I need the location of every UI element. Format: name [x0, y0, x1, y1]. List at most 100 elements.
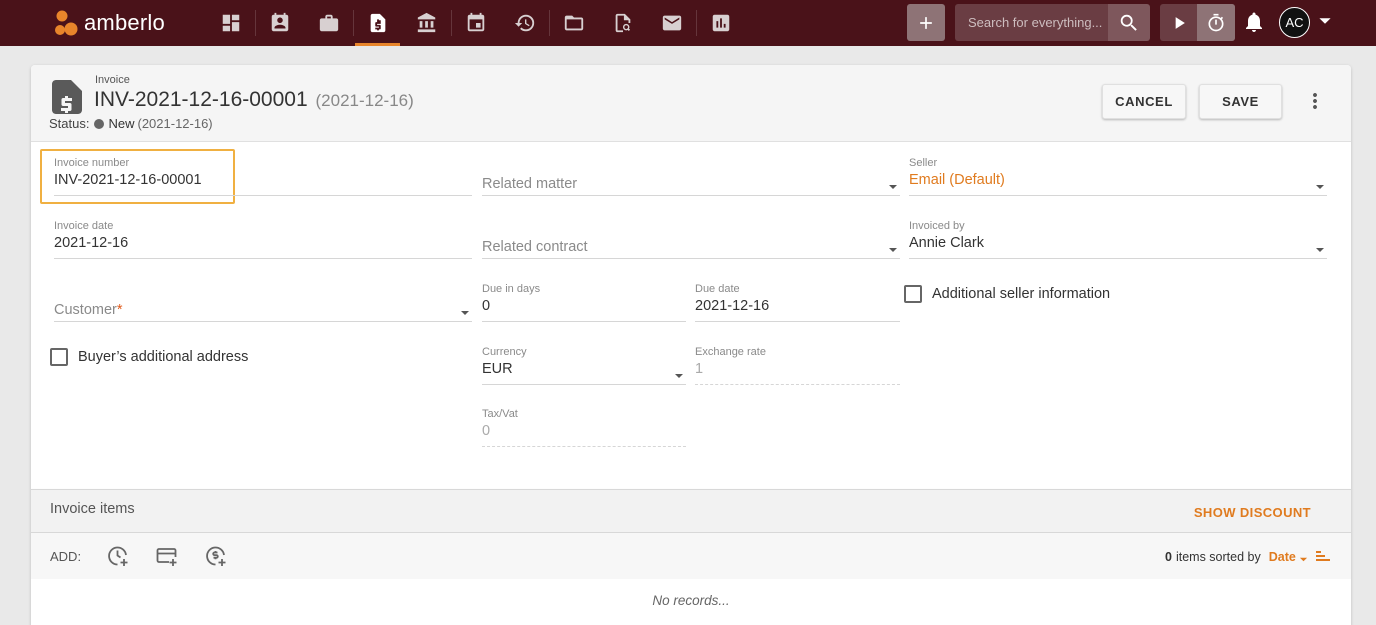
show-discount-button[interactable]: SHOW DISCOUNT: [1194, 505, 1311, 520]
reports-icon: [712, 14, 729, 32]
additional-seller-checkbox[interactable]: [904, 285, 922, 303]
due-in-days-value: 0: [482, 298, 491, 314]
nav-banking[interactable]: [402, 0, 451, 46]
timer-controls: [1160, 4, 1235, 41]
add-expense-button[interactable]: [155, 544, 179, 568]
invoice-date-field[interactable]: Invoice date 2021-12-16: [54, 220, 472, 259]
more-vert-icon: [1313, 93, 1317, 109]
quick-add-button[interactable]: [907, 4, 945, 41]
exchange-rate-field: Exchange rate 1: [695, 346, 900, 385]
related-matter-placeholder: Related matter: [482, 176, 578, 192]
status-badge: New: [108, 116, 135, 131]
invoice-date-value: 2021-12-16: [54, 235, 129, 251]
invoice-items-toolbar: ADD: 0 items sorted by Date: [31, 533, 1351, 579]
seller-value: Email (Default): [909, 172, 1005, 188]
nav-matters[interactable]: [304, 0, 353, 46]
timer-start-button[interactable]: [1160, 4, 1197, 41]
sort-field-dropdown[interactable]: Date: [1269, 550, 1296, 564]
stopwatch-icon: [1208, 13, 1224, 31]
invoice-header: Invoice INV-2021-12-16-00001 (2021-12-16…: [31, 65, 1351, 142]
invoiced-by-label: Invoiced by: [909, 220, 965, 232]
app-logo[interactable]: amberlo: [54, 8, 165, 38]
clock-plus-icon: [108, 546, 128, 566]
due-in-days-field[interactable]: Due in days 0: [482, 283, 686, 322]
caret-down-icon: [1319, 18, 1331, 24]
dashboard-icon: [222, 14, 239, 32]
invoice-number-label: Invoice number: [54, 157, 130, 169]
add-time-entry-button[interactable]: [106, 544, 130, 568]
buyer-address-toggle[interactable]: Buyer’s additional address: [50, 348, 248, 366]
dropdown-caret-icon: [1315, 242, 1325, 252]
exchange-rate-value: 1: [695, 361, 704, 377]
customer-placeholder: Customer*: [54, 302, 123, 318]
document-search-icon: [615, 13, 630, 33]
save-button[interactable]: SAVE: [1199, 84, 1282, 119]
add-label: ADD:: [50, 549, 82, 564]
dropdown-caret-icon: [460, 305, 470, 315]
related-contract-placeholder: Related contract: [482, 239, 588, 255]
more-options-button[interactable]: [1303, 89, 1327, 113]
required-mark: *: [116, 302, 123, 318]
buyer-address-checkbox[interactable]: [50, 348, 68, 366]
caret-down-icon: [1299, 553, 1308, 562]
nav-invoices[interactable]: [353, 0, 402, 46]
tax-vat-label: Tax/Vat: [482, 408, 518, 420]
related-contract-select[interactable]: Related contract: [482, 220, 900, 259]
currency-value: EUR: [482, 361, 513, 377]
seller-select[interactable]: Seller Email (Default): [909, 157, 1327, 196]
nav-time-entries[interactable]: [500, 0, 549, 46]
amberlo-logo-icon: [55, 10, 78, 36]
mail-icon: [662, 15, 681, 31]
contacts-icon: [271, 12, 288, 32]
calendar-icon: [467, 12, 484, 32]
invoice-number-value: INV-2021-12-16-00001: [54, 172, 202, 188]
page-title: INV-2021-12-16-00001 (2021-12-16): [94, 88, 414, 112]
notifications-button[interactable]: [1242, 10, 1266, 34]
invoice-items-title: Invoice items: [50, 501, 135, 517]
invoice-icon: [370, 13, 385, 33]
currency-label: Currency: [482, 346, 527, 358]
add-fixed-fee-button[interactable]: [204, 544, 228, 568]
additional-seller-toggle[interactable]: Additional seller information: [904, 285, 1110, 303]
search-button[interactable]: [1108, 4, 1150, 41]
briefcase-icon: [319, 14, 338, 32]
nav-contacts[interactable]: [255, 0, 304, 46]
buyer-address-label: Buyer’s additional address: [78, 349, 249, 365]
search-icon: [1120, 14, 1137, 31]
tax-vat-field: Tax/Vat 0: [482, 408, 686, 447]
bank-icon: [417, 12, 435, 33]
invoice-doc-icon: [52, 80, 82, 114]
nav-documents[interactable]: [549, 0, 598, 46]
dropdown-caret-icon: [674, 368, 684, 378]
invoiced-by-value: Annie Clark: [909, 235, 984, 251]
due-date-field[interactable]: Due date 2021-12-16: [695, 283, 900, 322]
invoice-card: Invoice INV-2021-12-16-00001 (2021-12-16…: [31, 65, 1351, 625]
customer-select[interactable]: Customer*: [54, 283, 472, 322]
additional-seller-label: Additional seller information: [932, 286, 1111, 302]
invoice-date-label: Invoice date: [54, 220, 114, 232]
status-dot-icon: [94, 118, 105, 129]
user-menu-toggle[interactable]: [1318, 14, 1332, 28]
due-date-value: 2021-12-16: [695, 298, 770, 314]
sort-direction-icon[interactable]: [1315, 549, 1331, 565]
main-nav: [206, 0, 745, 46]
related-matter-select[interactable]: Related matter: [482, 157, 900, 196]
nav-dashboard[interactable]: [206, 0, 255, 46]
dropdown-caret-icon: [888, 242, 898, 252]
nav-calendar[interactable]: [451, 0, 500, 46]
sort-info: 0 items sorted by Date: [1165, 549, 1331, 565]
currency-select[interactable]: Currency EUR: [482, 346, 686, 385]
timer-button[interactable]: [1197, 4, 1235, 41]
tax-vat-value: 0: [482, 423, 491, 439]
invoiced-by-select[interactable]: Invoiced by Annie Clark: [909, 220, 1327, 259]
invoice-number-field[interactable]: Invoice number INV-2021-12-16-00001: [54, 157, 472, 196]
invoice-title-date: (2021-12-16): [315, 91, 414, 110]
nav-document-search[interactable]: [598, 0, 647, 46]
nav-reports[interactable]: [696, 0, 745, 46]
nav-mail[interactable]: [647, 0, 696, 46]
user-avatar[interactable]: AC: [1279, 7, 1310, 38]
global-search-input[interactable]: [968, 15, 1108, 30]
bell-icon: [1246, 12, 1262, 32]
customer-placeholder-text: Customer: [54, 302, 117, 318]
cancel-button[interactable]: CANCEL: [1102, 84, 1186, 119]
